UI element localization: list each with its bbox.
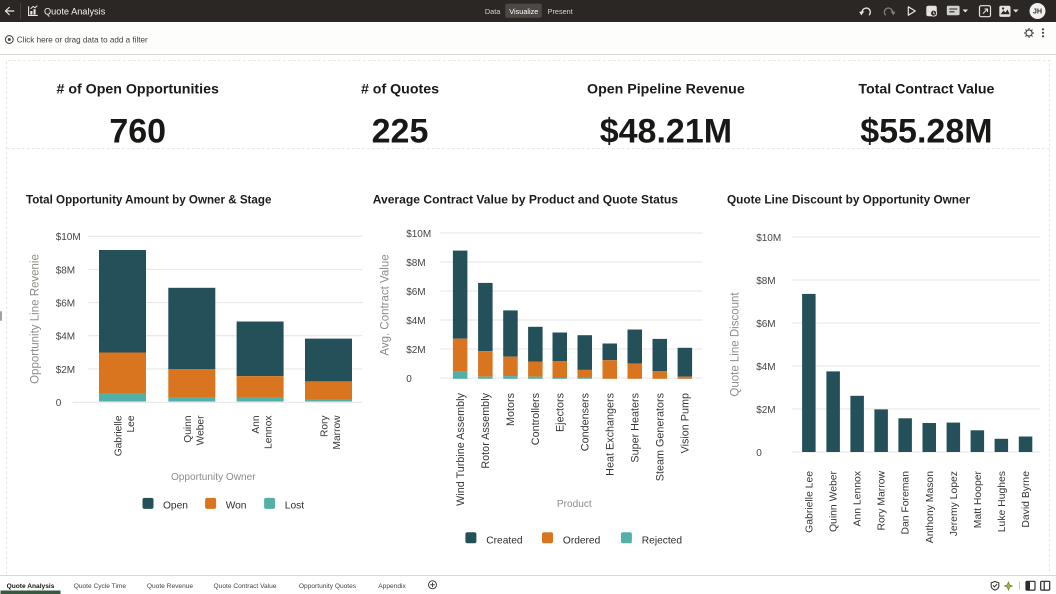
- svg-text:Gabrielle Lee: Gabrielle Lee: [805, 471, 816, 533]
- svg-text:Avg. Contract Value: Avg. Contract Value: [380, 254, 392, 355]
- svg-text:760: 760: [109, 113, 166, 151]
- svg-text:Quote Revenue: Quote Revenue: [147, 583, 194, 590]
- svg-text:$6M: $6M: [56, 299, 75, 310]
- svg-text:Quote Contract Value: Quote Contract Value: [214, 583, 277, 590]
- svg-text:Rory Marrow: Rory Marrow: [877, 471, 888, 531]
- svg-text:$8M: $8M: [406, 258, 425, 269]
- svg-text:$2M: $2M: [56, 365, 75, 376]
- svg-text:Present: Present: [548, 7, 573, 16]
- svg-text:Appendix: Appendix: [378, 583, 406, 590]
- svg-text:$4M: $4M: [756, 362, 775, 373]
- svg-text:$4M: $4M: [56, 332, 75, 343]
- svg-text:Marrow: Marrow: [332, 415, 343, 450]
- svg-text:Total Contract Value: Total Contract Value: [858, 82, 994, 98]
- svg-text:$8M: $8M: [756, 276, 775, 287]
- svg-text:$10M: $10M: [756, 233, 781, 244]
- svg-text:Jeremy Lopez: Jeremy Lopez: [949, 471, 960, 536]
- svg-text:Gabrielle: Gabrielle: [114, 415, 125, 456]
- svg-text:Quote Line Discount by Opportu: Quote Line Discount by Opportunity Owner: [727, 193, 971, 207]
- svg-text:Quote Line Discount: Quote Line Discount: [730, 292, 742, 397]
- svg-text:Lennox: Lennox: [264, 416, 275, 449]
- svg-text:Rory: Rory: [320, 415, 331, 437]
- svg-text:Luke Hughes: Luke Hughes: [997, 471, 1008, 532]
- svg-text:Heat Exchangers: Heat Exchangers: [604, 392, 616, 475]
- svg-text:Wind Turbine Assembly: Wind Turbine Assembly: [455, 392, 467, 505]
- svg-text:Weber: Weber: [195, 415, 206, 445]
- svg-text:Anthony Mason: Anthony Mason: [925, 471, 936, 543]
- svg-text:Open Pipeline Revenue: Open Pipeline Revenue: [587, 82, 745, 98]
- svg-text:Data: Data: [485, 7, 501, 16]
- svg-text:0: 0: [756, 448, 762, 459]
- svg-text:Quote Analysis: Quote Analysis: [7, 583, 55, 590]
- svg-text:$4M: $4M: [406, 316, 425, 327]
- svg-text:$6M: $6M: [406, 287, 425, 298]
- svg-text:# of Open Opportunities: # of Open Opportunities: [57, 82, 219, 98]
- svg-text:$55.28M: $55.28M: [860, 113, 992, 151]
- svg-text:Quinn Weber: Quinn Weber: [829, 470, 840, 532]
- svg-text:Ordered: Ordered: [563, 535, 601, 546]
- svg-text:$2M: $2M: [406, 345, 425, 356]
- svg-text:Rotor Assembly: Rotor Assembly: [480, 392, 492, 468]
- svg-text:Matt Hooper: Matt Hooper: [973, 470, 984, 528]
- svg-text:Quote Cycle Time: Quote Cycle Time: [74, 583, 127, 590]
- svg-text:Product: Product: [557, 499, 592, 510]
- svg-text:Won: Won: [226, 500, 247, 511]
- svg-text:Created: Created: [486, 535, 523, 546]
- svg-text:Open: Open: [163, 500, 188, 511]
- svg-text:$48.21M: $48.21M: [600, 113, 732, 151]
- svg-text:$10M: $10M: [406, 229, 431, 240]
- svg-text:# of Quotes: # of Quotes: [361, 82, 439, 98]
- svg-text:Controllers: Controllers: [530, 392, 542, 445]
- svg-text:$8M: $8M: [56, 265, 75, 276]
- svg-text:Total Opportunity Amount by Ow: Total Opportunity Amount by Owner & Stag…: [26, 194, 272, 207]
- svg-text:JH: JH: [1033, 7, 1042, 16]
- svg-text:Visualize: Visualize: [509, 7, 538, 16]
- svg-text:Vision Pump: Vision Pump: [680, 393, 692, 453]
- svg-text:$10M: $10M: [56, 232, 81, 243]
- svg-text:Rejected: Rejected: [642, 535, 683, 546]
- svg-text:Ann Lennox: Ann Lennox: [853, 470, 864, 526]
- svg-text:Super Heaters: Super Heaters: [629, 392, 641, 462]
- svg-text:Steam Generators: Steam Generators: [654, 392, 666, 481]
- svg-text:Opportunity Quotes: Opportunity Quotes: [299, 583, 357, 590]
- svg-text:$2M: $2M: [756, 405, 775, 416]
- svg-text:Motors: Motors: [505, 392, 517, 426]
- svg-text:Opportunity Owner: Opportunity Owner: [171, 472, 256, 483]
- svg-text:Ejectors: Ejectors: [554, 392, 566, 432]
- svg-text:Dan Foreman: Dan Foreman: [901, 471, 912, 535]
- svg-text:Lee: Lee: [126, 415, 137, 432]
- svg-text:Average Contract Value by Prod: Average Contract Value by Product and Qu…: [373, 193, 679, 207]
- svg-text:David Byrne: David Byrne: [1021, 471, 1032, 528]
- svg-text:0: 0: [56, 398, 62, 409]
- svg-text:Quinn: Quinn: [183, 416, 194, 443]
- svg-text:Quote Analysis: Quote Analysis: [44, 7, 106, 17]
- svg-text:Click here or drag data to add: Click here or drag data to add a filter: [17, 36, 148, 45]
- svg-text:Ann: Ann: [251, 416, 262, 434]
- svg-text:Opportunity Line Revenie: Opportunity Line Revenie: [30, 254, 42, 384]
- svg-text:225: 225: [372, 113, 429, 151]
- svg-text:Condensers: Condensers: [579, 392, 591, 451]
- svg-text:Lost: Lost: [285, 500, 304, 511]
- svg-text:0: 0: [406, 374, 412, 385]
- svg-text:$6M: $6M: [756, 319, 775, 330]
